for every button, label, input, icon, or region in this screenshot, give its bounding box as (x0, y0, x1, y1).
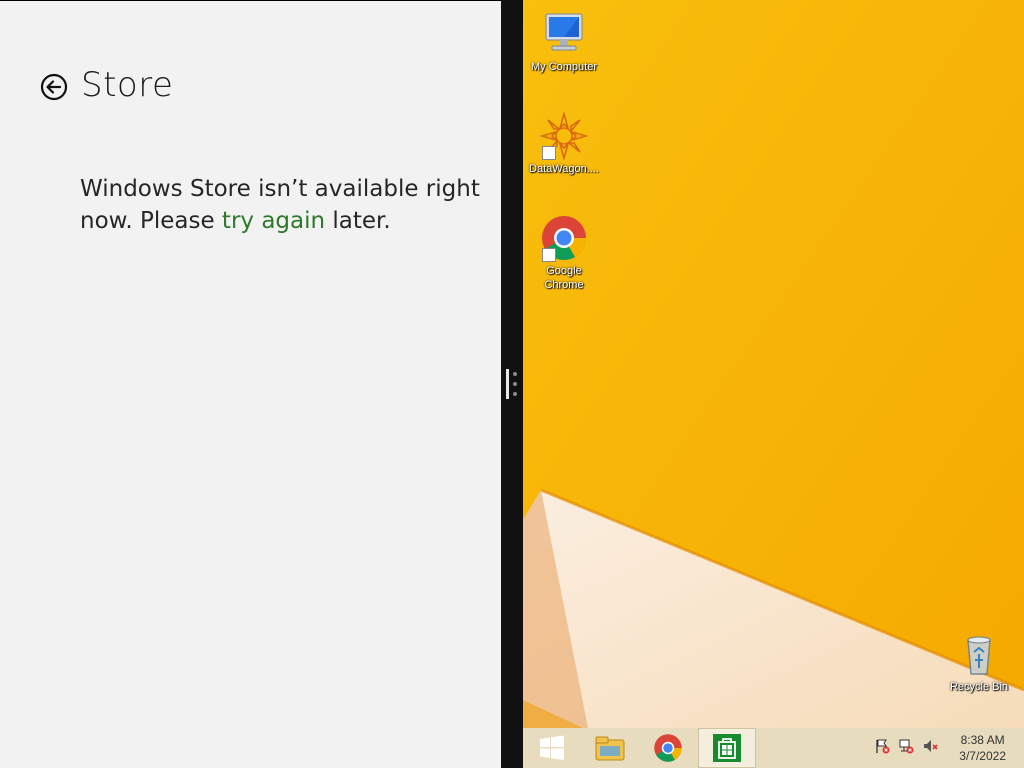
error-message: Windows Store isn’t available right now.… (80, 173, 480, 237)
shortcut-arrow-icon (542, 146, 556, 160)
error-message-suffix: later. (325, 208, 391, 234)
page-title: Store (81, 65, 174, 105)
store-icon (713, 734, 741, 762)
chrome-taskbar-button[interactable] (639, 728, 697, 768)
icon-label: DataWagon.... (529, 163, 599, 175)
folder-icon (595, 736, 625, 761)
clock-time: 8:38 AM (960, 733, 1005, 747)
clock-date: 3/7/2022 (959, 749, 1006, 763)
store-app-pane: Store Windows Store isn’t available righ… (0, 0, 501, 768)
recycle-bin-icon[interactable]: Recycle Bin (939, 630, 1019, 694)
action-center-flag-icon[interactable] (874, 738, 890, 754)
start-button[interactable] (523, 728, 581, 768)
chrome-icon (654, 734, 682, 762)
windows-logo-icon (540, 735, 564, 760)
network-icon[interactable] (898, 738, 914, 754)
volume-muted-icon[interactable] (922, 738, 938, 754)
system-clock[interactable]: 8:38 AM 3/7/2022 (959, 732, 1006, 764)
google-chrome-icon[interactable]: Google Chrome (524, 214, 604, 292)
desktop: My Computer DataWagon.... Google Chrome … (523, 0, 1024, 728)
datawagon-icon[interactable]: DataWagon.... (524, 111, 604, 176)
taskbar: 8:38 AM 3/7/2022 (523, 728, 1024, 768)
store-taskbar-button[interactable] (698, 728, 756, 768)
file-explorer-button[interactable] (581, 728, 639, 768)
my-computer-icon[interactable]: My Computer (524, 10, 604, 74)
computer-icon (545, 13, 583, 51)
icon-label: Recycle Bin (949, 681, 1009, 693)
splitter-grip[interactable] (504, 369, 520, 399)
trash-icon (967, 636, 991, 675)
back-arrow-icon[interactable] (40, 73, 68, 101)
snap-splitter[interactable] (501, 0, 523, 768)
shortcut-arrow-icon (542, 248, 556, 262)
try-again-link[interactable]: try again (222, 208, 325, 234)
desktop-wallpaper (523, 0, 1024, 728)
icon-label: My Computer (530, 61, 598, 73)
icon-label: Google Chrome (544, 265, 584, 291)
